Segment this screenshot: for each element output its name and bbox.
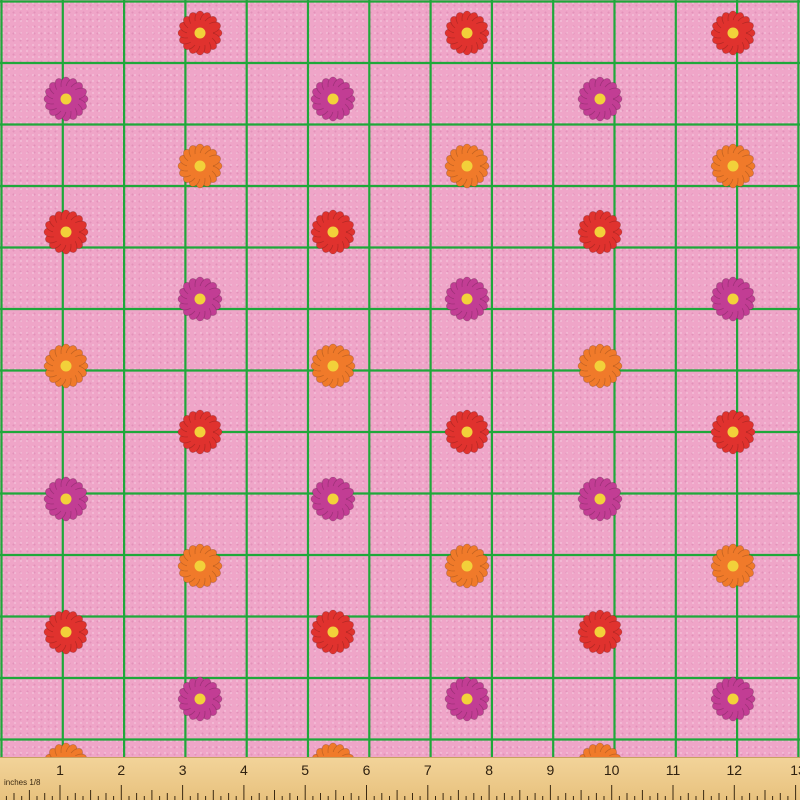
flower-magenta <box>710 676 756 722</box>
flower-center <box>727 160 739 172</box>
flower-magenta <box>577 76 623 122</box>
flower-orange <box>310 343 356 389</box>
flower-red <box>444 10 490 56</box>
fabric-preview: inches 1/8 12345678910111213 <box>0 0 800 800</box>
ruler-number: 11 <box>665 762 681 778</box>
flower-center <box>727 27 739 39</box>
flower-center <box>327 493 339 505</box>
flower-center <box>594 626 606 638</box>
flower-red <box>444 409 490 455</box>
ruler-number: 5 <box>301 762 310 778</box>
flower-red <box>577 209 623 255</box>
flower-center <box>194 293 206 305</box>
flower-center <box>461 693 473 705</box>
flower-red <box>710 10 756 56</box>
flower-center <box>60 226 72 238</box>
flower-center <box>727 560 739 572</box>
flower-center <box>461 560 473 572</box>
ruler-number: 3 <box>178 762 187 778</box>
flower-center <box>594 226 606 238</box>
grid-lines <box>0 0 800 760</box>
flower-red <box>310 609 356 655</box>
flower-magenta <box>310 76 356 122</box>
flower-magenta <box>444 676 490 722</box>
flower-center <box>594 493 606 505</box>
ruler-number: 6 <box>362 762 371 778</box>
ruler-number: 8 <box>485 762 493 778</box>
flower-orange <box>577 343 623 389</box>
flower-orange <box>177 543 223 589</box>
flower-orange <box>43 343 89 389</box>
flower-magenta <box>577 476 623 522</box>
ruler-unit-label: inches 1/8 <box>4 778 41 787</box>
flower-orange <box>444 143 490 189</box>
flower-magenta <box>444 276 490 322</box>
flower-center <box>194 27 206 39</box>
flower-center <box>194 693 206 705</box>
flower-center <box>594 360 606 372</box>
ruler-number: 10 <box>603 762 620 778</box>
flower-orange <box>710 543 756 589</box>
ruler-number: 9 <box>546 762 555 778</box>
flower-red <box>310 209 356 255</box>
flower-center <box>194 160 206 172</box>
flower-center <box>327 360 339 372</box>
flower-red <box>577 609 623 655</box>
flower-red <box>177 10 223 56</box>
flower-center <box>60 493 72 505</box>
flower-center <box>594 93 606 105</box>
flower-magenta <box>710 276 756 322</box>
flower-pattern <box>43 10 756 760</box>
ruler-number: 13 <box>790 762 800 778</box>
flower-center <box>727 426 739 438</box>
ruler-number: 4 <box>239 762 248 778</box>
flower-center <box>194 426 206 438</box>
flower-orange <box>177 143 223 189</box>
flower-red <box>177 409 223 455</box>
flower-center <box>461 426 473 438</box>
fabric-swatch <box>0 0 800 760</box>
flower-center <box>327 226 339 238</box>
flower-center <box>461 293 473 305</box>
flower-center <box>60 93 72 105</box>
flower-center <box>727 293 739 305</box>
flower-magenta <box>43 476 89 522</box>
flower-center <box>461 27 473 39</box>
flower-center <box>327 626 339 638</box>
flower-center <box>194 560 206 572</box>
flower-magenta <box>177 276 223 322</box>
ruler-number: 2 <box>117 762 126 778</box>
ruler-number: 7 <box>423 762 432 778</box>
flower-center <box>60 626 72 638</box>
measurement-ruler: inches 1/8 12345678910111213 <box>0 757 800 800</box>
ruler-number: 12 <box>726 762 743 778</box>
flower-red <box>43 209 89 255</box>
ruler-number: 1 <box>56 762 64 778</box>
flower-center <box>60 360 72 372</box>
flower-magenta <box>177 676 223 722</box>
flower-red <box>710 409 756 455</box>
flower-red <box>43 609 89 655</box>
flower-magenta <box>43 76 89 122</box>
flower-center <box>327 93 339 105</box>
flower-orange <box>710 143 756 189</box>
flower-orange <box>444 543 490 589</box>
flower-center <box>727 693 739 705</box>
flower-magenta <box>310 476 356 522</box>
flower-center <box>461 160 473 172</box>
